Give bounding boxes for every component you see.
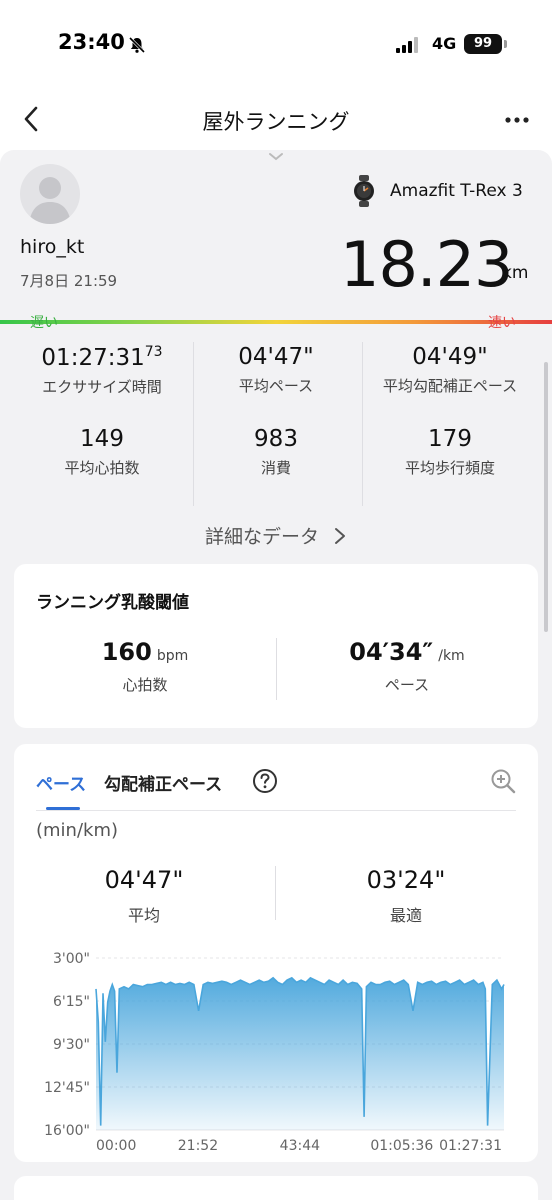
details-link-label: 詳細なデータ — [204, 526, 319, 548]
slow-label: 遅い — [30, 315, 58, 331]
stat-label: エクササイズ時間 — [42, 378, 162, 396]
stat-exercise-time: 01:27:3173 エクササイズ時間 — [10, 344, 194, 397]
avatar[interactable] — [20, 164, 80, 224]
stat-value: 149 — [80, 426, 124, 452]
stat-label: 平均心拍数 — [64, 459, 140, 477]
lt-pace-value: 04′34″ — [349, 638, 434, 666]
stat-avg-pace: 04'47" 平均ペース — [184, 344, 368, 396]
stat-value-sub: 73 — [144, 344, 163, 360]
tab-divider — [36, 810, 516, 811]
username: hiro_kt — [20, 236, 85, 258]
chevron-right-icon — [335, 528, 346, 544]
summary-divider — [275, 866, 276, 920]
signal-icon — [396, 37, 418, 53]
tab-pace[interactable]: ペース — [36, 770, 86, 795]
stat-value: 179 — [428, 426, 472, 452]
stat-calories: 983 消費 — [184, 426, 368, 478]
stat-label: 平均勾配補正ペース — [382, 377, 518, 395]
stat-label: 平均歩行頻度 — [404, 459, 495, 477]
details-link[interactable]: 詳細なデータ — [0, 522, 552, 549]
stat-value: 04'47" — [238, 344, 314, 370]
stat-label: 消費 — [260, 459, 291, 477]
lt-hr-unit: bpm — [156, 648, 189, 664]
lt-pace-label: ペース — [384, 676, 430, 694]
stat-avg-gap: 04'49" 平均勾配補正ペース — [358, 344, 542, 396]
stat-label: 平均ペース — [238, 377, 314, 395]
workout-datetime: 7月8日 21:59 — [20, 272, 118, 290]
tab-grade-adjusted-pace[interactable]: 勾配補正ペース — [104, 770, 222, 795]
lt-pace: 04′34″ /km ペース — [276, 638, 538, 695]
best-pace-label: 最適 — [389, 906, 422, 925]
lt-hr: 160 bpm 心拍数 — [14, 638, 276, 695]
lt-hr-value: 160 — [101, 638, 152, 666]
device-name: Amazfit T-Rex 3 — [390, 181, 523, 201]
stat-avg-hr: 149 平均心拍数 — [10, 426, 194, 478]
avg-pace-value: 04'47" — [104, 866, 184, 894]
chevron-down-icon[interactable] — [266, 152, 286, 162]
next-card — [14, 1176, 538, 1200]
status-time: 23:40 — [58, 30, 125, 54]
pace-chart-card — [14, 744, 538, 1162]
distance-value: 18.23 — [340, 228, 513, 301]
page-title: 屋外ランニング — [202, 110, 350, 134]
stat-value: 04'49" — [412, 344, 488, 370]
bell-slash-icon — [128, 36, 146, 54]
scrollbar[interactable] — [544, 362, 548, 632]
battery-indicator: 99 — [464, 34, 502, 54]
distance-unit: km — [502, 263, 529, 283]
question-circle-icon[interactable] — [252, 768, 278, 794]
zoom-in-icon[interactable] — [490, 768, 516, 794]
lactate-threshold-card: ランニング乳酸閾値 160 bpm 心拍数 04′34″ /km ペース — [14, 564, 538, 728]
fast-label: 速い — [488, 315, 516, 331]
more-horizontal-icon[interactable] — [504, 116, 530, 124]
user-silhouette-icon — [29, 177, 71, 224]
stat-value: 983 — [254, 426, 298, 452]
active-tab-indicator — [46, 807, 80, 810]
best-pace-value: 03'24" — [366, 866, 446, 894]
lt-pace-unit: /km — [438, 648, 465, 664]
card-title: ランニング乳酸閾値 — [36, 593, 189, 613]
network-type: 4G — [432, 34, 457, 53]
lt-hr-label: 心拍数 — [122, 676, 168, 694]
avg-pace-label: 平均 — [127, 906, 160, 925]
pace-gradient-bar — [0, 320, 552, 324]
watch-icon — [354, 175, 374, 207]
stat-cadence: 179 平均歩行頻度 — [358, 426, 542, 478]
chart-unit: (min/km) — [36, 820, 119, 841]
stat-value: 01:27:31 — [41, 345, 145, 371]
battery-tip — [504, 40, 507, 48]
